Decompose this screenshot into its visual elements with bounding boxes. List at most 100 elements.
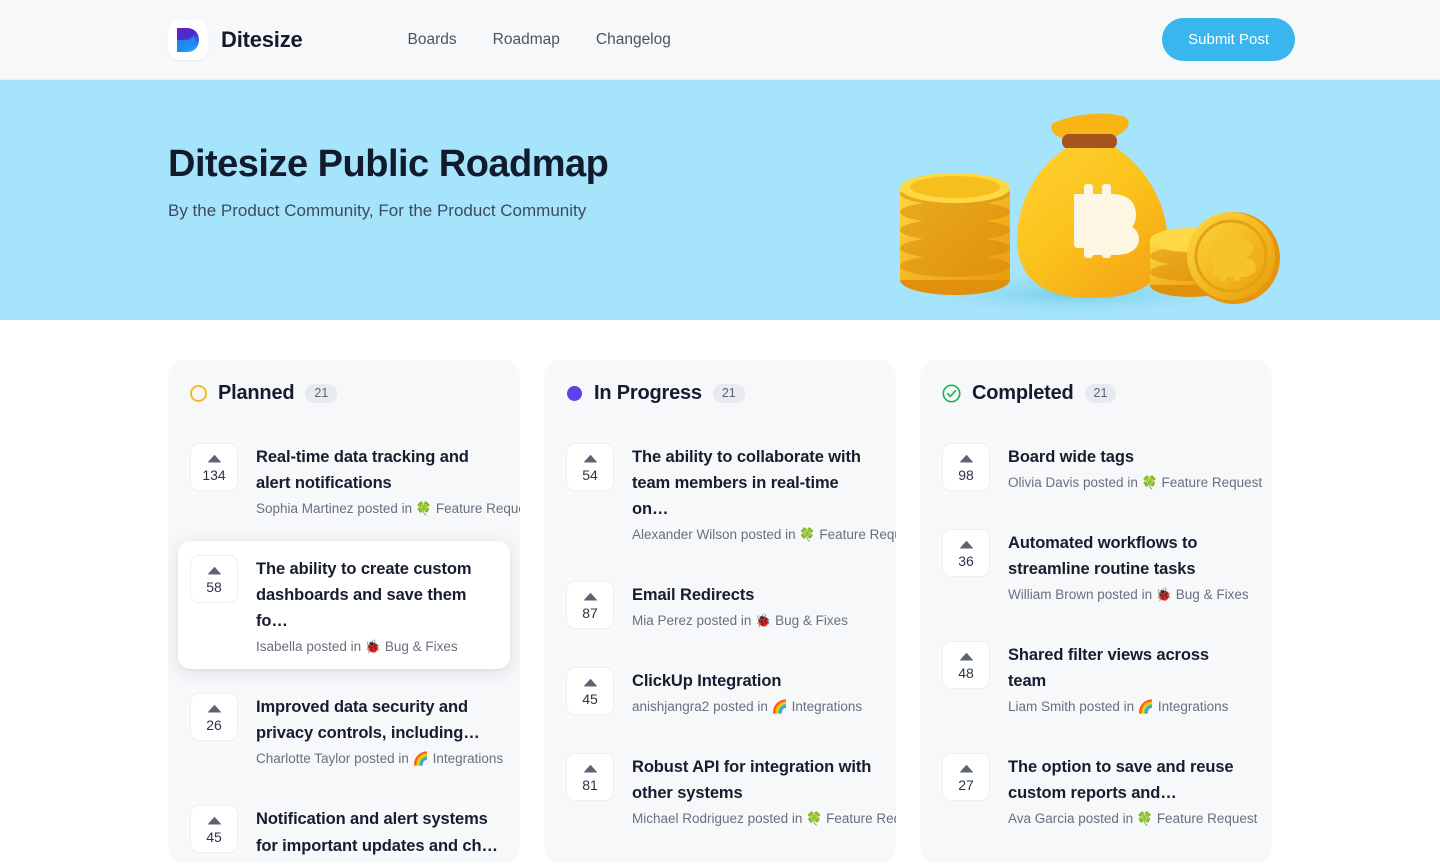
card-author: Charlotte Taylor bbox=[256, 751, 351, 767]
board-emoji-icon: 🌈 bbox=[1137, 699, 1155, 715]
card-title: Improved data security and privacy contr… bbox=[256, 698, 480, 743]
card-board-name: Bug & Fixes bbox=[775, 613, 848, 629]
nav-item-changelog[interactable]: Changelog bbox=[596, 31, 671, 49]
column-title: In Progress bbox=[594, 382, 702, 404]
card-board-name: Feature Reque bbox=[826, 811, 896, 827]
card-author: Liam Smith bbox=[1008, 699, 1076, 715]
posted-in-label: posted in bbox=[1079, 699, 1135, 715]
roadmap-card[interactable]: 26 Improved data security and privacy co… bbox=[178, 679, 510, 781]
board-emoji-icon: 🍀 bbox=[1136, 811, 1154, 827]
posted-in-label: posted in bbox=[747, 811, 803, 827]
card-author: Ava Garcia bbox=[1008, 811, 1075, 827]
card-title: The option to save and reuse custom repo… bbox=[1008, 758, 1234, 803]
upvote-button[interactable]: 45 bbox=[566, 667, 614, 716]
vote-count: 26 bbox=[206, 717, 222, 734]
card-board-name: Integrations bbox=[432, 751, 504, 767]
card-author: Mia Perez bbox=[632, 613, 693, 629]
roadmap-board: Planned 21 134 Real-time data tracking a… bbox=[0, 320, 1440, 863]
submit-post-button[interactable]: Submit Post bbox=[1162, 18, 1295, 61]
card-meta: Sophia Martinez posted in 🍀 Feature Requ… bbox=[256, 501, 520, 517]
upvote-button[interactable]: 27 bbox=[942, 753, 990, 802]
card-author: Michael Rodriguez bbox=[632, 811, 744, 827]
board-column-planned: Planned 21 134 Real-time data tracking a… bbox=[168, 360, 520, 863]
upvote-button[interactable]: 26 bbox=[190, 693, 238, 742]
card-title: Email Redirects bbox=[632, 586, 755, 605]
roadmap-card[interactable]: 36 Automated workflows to streamline rou… bbox=[930, 515, 1262, 617]
caret-up-icon bbox=[959, 454, 973, 463]
caret-up-icon bbox=[959, 652, 973, 661]
posted-in-label: posted in bbox=[354, 751, 409, 767]
page-title: Ditesize Public Roadmap bbox=[168, 143, 609, 185]
caret-up-icon bbox=[583, 679, 597, 687]
roadmap-card[interactable]: 87 Email Redirects Mia Perez posted in 🐞… bbox=[554, 567, 886, 643]
circle-outline-icon bbox=[190, 385, 207, 402]
card-title: Robust API for integration with other sy… bbox=[632, 758, 872, 803]
nav-item-roadmap[interactable]: Roadmap bbox=[493, 31, 560, 49]
column-count-badge: 21 bbox=[712, 384, 745, 403]
board-emoji-icon: 🐞 bbox=[755, 613, 772, 629]
roadmap-card[interactable]: 45 ClickUp Integration anishjangra2 post… bbox=[554, 653, 886, 729]
card-board-name: Integrations bbox=[1157, 699, 1229, 715]
roadmap-card[interactable]: 58 The ability to create custom dashboar… bbox=[178, 541, 510, 670]
board-column-completed: Completed 21 98 Board wide tags Olivia D… bbox=[920, 360, 1272, 863]
card-title: The ability to collaborate with team mem… bbox=[632, 448, 861, 519]
vote-count: 81 bbox=[582, 777, 598, 794]
posted-in-label: posted in bbox=[1097, 587, 1153, 603]
board-emoji-icon: 🐞 bbox=[364, 639, 382, 655]
caret-up-icon bbox=[583, 454, 597, 463]
upvote-button[interactable]: 36 bbox=[942, 529, 990, 578]
column-header-in-progress: In Progress 21 bbox=[554, 382, 886, 405]
primary-nav: Boards Roadmap Changelog bbox=[408, 31, 671, 49]
caret-up-icon bbox=[207, 705, 221, 713]
board-column-in-progress: In Progress 21 54 The ability to collabo… bbox=[544, 360, 896, 863]
caret-up-icon bbox=[959, 540, 973, 549]
upvote-button[interactable]: 45 bbox=[190, 805, 238, 854]
caret-up-icon bbox=[583, 592, 597, 601]
roadmap-card[interactable]: 54 The ability to collaborate with team … bbox=[554, 429, 896, 557]
vote-count: 48 bbox=[958, 665, 974, 682]
card-board-name: Bug & Fixes bbox=[384, 639, 458, 655]
card-meta: Ava Garcia posted in 🍀 Feature Request bbox=[1008, 811, 1257, 827]
posted-in-label: posted in bbox=[357, 501, 413, 517]
board-emoji-icon: 🐞 bbox=[1155, 587, 1173, 603]
vote-count: 98 bbox=[958, 467, 974, 483]
card-meta: anishjangra2 posted in 🌈 Integrations bbox=[632, 699, 874, 715]
board-emoji-icon: 🌈 bbox=[771, 699, 788, 715]
roadmap-card[interactable]: 134 Real-time data tracking and alert no… bbox=[178, 429, 520, 531]
brand[interactable]: Ditesize bbox=[168, 19, 303, 60]
roadmap-card[interactable]: 45 Notification and alert systems for im… bbox=[178, 791, 510, 863]
card-author: Olivia Davis bbox=[1008, 475, 1080, 491]
card-title: Notification and alert systems for impor… bbox=[256, 810, 498, 855]
caret-up-icon bbox=[583, 765, 597, 773]
card-board-name: Feature Request bbox=[435, 501, 520, 517]
card-author: anishjangra2 bbox=[632, 699, 710, 715]
card-author: Sophia Martinez bbox=[256, 501, 354, 517]
card-title: Board wide tags bbox=[1008, 448, 1134, 466]
card-author: Alexander Wilson bbox=[632, 527, 738, 543]
caret-up-icon bbox=[207, 566, 221, 575]
card-meta: Charlotte Taylor posted in 🌈 Integration… bbox=[256, 751, 503, 767]
posted-in-label: posted in bbox=[1078, 811, 1134, 827]
column-header-completed: Completed 21 bbox=[930, 382, 1262, 405]
nav-item-boards[interactable]: Boards bbox=[408, 31, 457, 49]
vote-count: 87 bbox=[582, 605, 598, 622]
card-author: Isabella bbox=[256, 639, 303, 655]
card-board-name: Bug & Fixes bbox=[1175, 587, 1249, 603]
upvote-button[interactable]: 87 bbox=[566, 581, 614, 630]
column-count-badge: 21 bbox=[1084, 384, 1117, 403]
upvote-button[interactable]: 48 bbox=[942, 641, 990, 690]
check-circle-icon bbox=[942, 384, 961, 403]
caret-up-icon bbox=[207, 454, 221, 463]
upvote-button[interactable]: 58 bbox=[190, 555, 238, 604]
upvote-button[interactable]: 98 bbox=[942, 443, 990, 491]
roadmap-card[interactable]: 81 Robust API for integration with other… bbox=[554, 739, 896, 841]
hero-banner: Ditesize Public Roadmap By the Product C… bbox=[0, 80, 1440, 320]
upvote-button[interactable]: 54 bbox=[566, 443, 614, 491]
vote-count: 45 bbox=[582, 691, 598, 708]
roadmap-card[interactable]: 27 The option to save and reuse custom r… bbox=[930, 739, 1262, 841]
roadmap-card[interactable]: 48 Shared filter views across team Liam … bbox=[930, 627, 1262, 729]
card-title: Real-time data tracking and alert notifi… bbox=[256, 448, 469, 493]
upvote-button[interactable]: 81 bbox=[566, 753, 614, 802]
roadmap-card[interactable]: 98 Board wide tags Olivia Davis posted i… bbox=[930, 429, 1262, 505]
upvote-button[interactable]: 134 bbox=[190, 443, 238, 491]
